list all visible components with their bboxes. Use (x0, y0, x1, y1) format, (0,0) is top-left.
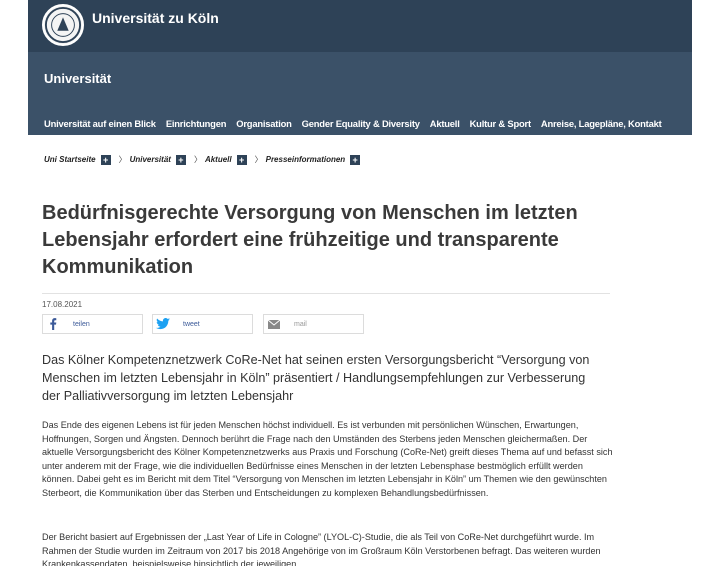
facebook-icon (43, 315, 63, 333)
share-mail-label: mail (294, 320, 307, 328)
chevron-right-icon: 〉 (118, 155, 127, 164)
nav-item-aktuell[interactable]: Aktuell (430, 118, 460, 129)
breadcrumb-item: 〉 Aktuell + (194, 154, 247, 165)
chevron-right-icon: 〉 (193, 155, 202, 164)
expand-plus-icon[interactable]: + (236, 154, 247, 165)
article-date: 17.08.2021 (42, 300, 83, 309)
brand-name[interactable]: Universität zu Köln (92, 10, 219, 26)
share-facebook-button[interactable]: teilen (42, 314, 143, 334)
nav-item-kultur-sport[interactable]: Kultur & Sport (470, 118, 531, 129)
nav-item-anreise[interactable]: Anreise, Lagepläne, Kontakt (541, 118, 662, 129)
article-paragraph: Der Bericht basiert auf Ergebnissen der … (42, 532, 601, 566)
breadcrumb: Uni Startseite + 〉 Universität + 〉 Aktue… (44, 154, 368, 165)
expand-plus-icon[interactable]: + (175, 154, 186, 165)
share-twitter-button[interactable]: tweet (152, 314, 253, 334)
share-twitter-label: tweet (183, 320, 200, 328)
breadcrumb-link-aktuell[interactable]: Aktuell (205, 155, 232, 164)
divider (42, 293, 610, 294)
main-nav: Universität auf einen Blick Einrichtunge… (28, 112, 692, 135)
breadcrumb-item: Uni Startseite + (44, 154, 111, 165)
breadcrumb-link-uni-startseite[interactable]: Uni Startseite (44, 155, 96, 164)
site-header: Universität zu Köln Universität Universi… (28, 0, 692, 135)
share-facebook-label: teilen (73, 320, 90, 328)
expand-plus-icon[interactable]: + (100, 154, 111, 165)
university-seal-icon[interactable] (42, 4, 84, 46)
breadcrumb-item: 〉 Universität + (119, 154, 186, 165)
mail-icon (264, 315, 284, 333)
nav-item-einrichtungen[interactable]: Einrichtungen (166, 118, 227, 129)
nav-item-organisation[interactable]: Organisation (236, 118, 292, 129)
section-title[interactable]: Universität (44, 71, 111, 86)
nav-item-gender-equality[interactable]: Gender Equality & Diversity (302, 118, 420, 129)
article-headline: Bedürfnisgerechte Versorgung von Mensche… (42, 202, 578, 278)
article-lead: Das Kölner Kompetenznetzwerk CoRe-Net ha… (42, 353, 590, 403)
breadcrumb-link-presseinformationen[interactable]: Presseinformationen (266, 155, 346, 164)
nav-item-universitaet-auf-einen-blick[interactable]: Universität auf einen Blick (44, 118, 156, 129)
twitter-icon (153, 315, 173, 333)
expand-plus-icon[interactable]: + (350, 154, 361, 165)
share-mail-button[interactable]: mail (263, 314, 364, 334)
breadcrumb-item: 〉 Presseinformationen + (255, 154, 361, 165)
chevron-right-icon: 〉 (254, 155, 263, 164)
breadcrumb-link-universitaet[interactable]: Universität (130, 155, 171, 164)
article-paragraph: Das Ende des eigenen Lebens ist für jede… (42, 420, 613, 498)
brand-bar: Universität zu Köln (28, 0, 692, 52)
